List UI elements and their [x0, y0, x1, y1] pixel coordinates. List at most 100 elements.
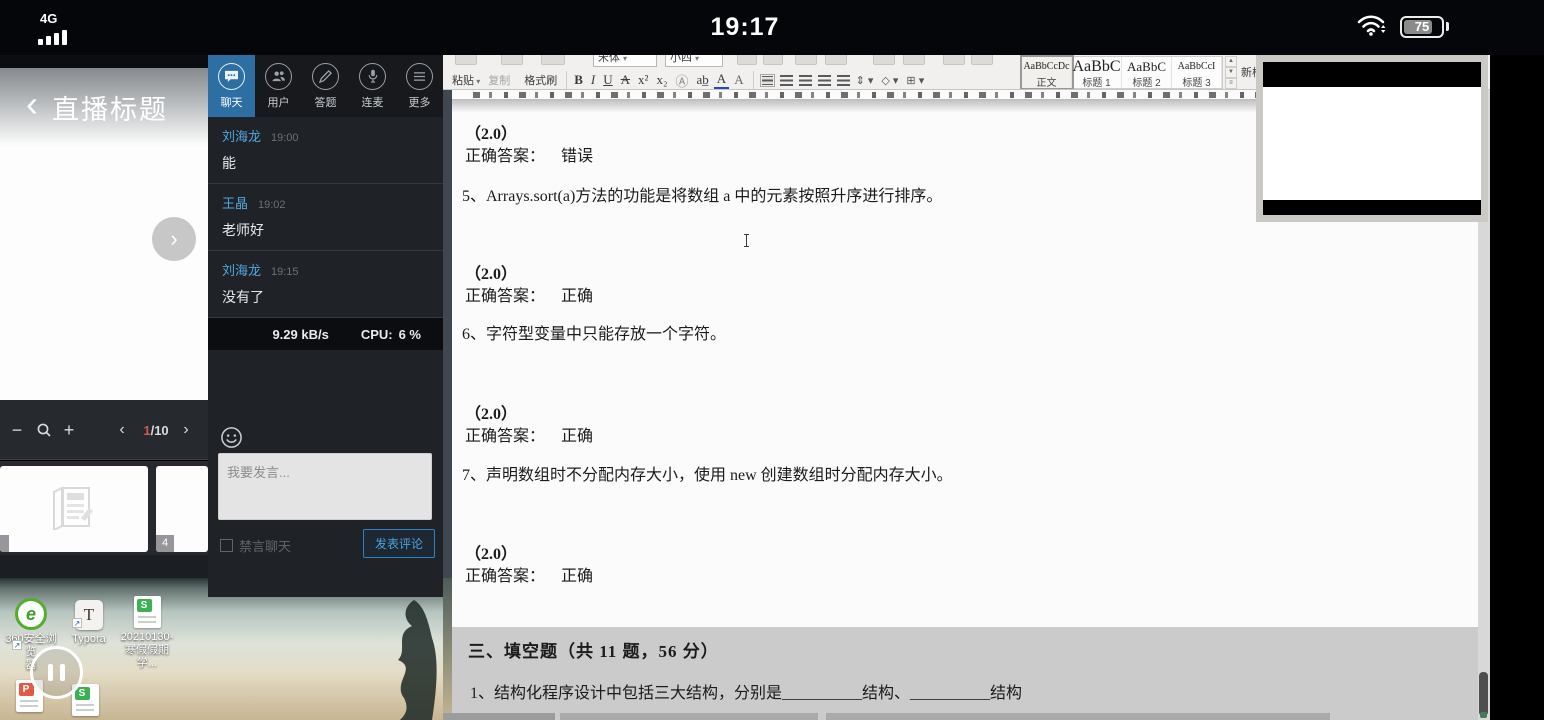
mute-label: 禁言聊天: [239, 536, 291, 555]
mute-checkbox[interactable]: [220, 539, 233, 552]
zoom-out-button[interactable]: −: [6, 400, 28, 460]
align-left-icon[interactable]: [761, 75, 774, 86]
character-shading-icon[interactable]: A: [731, 72, 746, 88]
slide-thumbnail[interactable]: 4: [156, 466, 208, 552]
question-text: 7、声明数组时不分配内存大小，使用 new 创建数组时分配内存大小。: [462, 461, 953, 485]
tab-chat[interactable]: 聊天: [208, 55, 255, 117]
slide-thumbnail[interactable]: [0, 466, 148, 552]
style-heading-2[interactable]: AaBbC 标题 2: [1122, 57, 1172, 88]
mute-chat-option[interactable]: 禁言聊天: [220, 536, 291, 555]
window-edge: [443, 90, 452, 578]
tab-users[interactable]: 用户: [255, 55, 302, 117]
clipboard-icon[interactable]: [501, 55, 523, 65]
question-score: （2.0）: [465, 540, 517, 564]
prev-page-button[interactable]: ‹: [112, 400, 132, 460]
format-painter-button[interactable]: 格式刷: [521, 71, 560, 89]
clear-format-icon[interactable]: [795, 55, 817, 65]
next-page-button[interactable]: ›: [176, 400, 196, 460]
answer-value: 正确: [561, 428, 593, 445]
strikethrough-button[interactable]: A: [618, 72, 633, 88]
text-cursor: [746, 234, 747, 247]
gallery-scroll-buttons[interactable]: ▲▼≡: [1225, 56, 1237, 89]
right-letterbox: [1490, 0, 1544, 720]
message-time: 19:15: [271, 266, 299, 278]
chat-input[interactable]: [218, 453, 432, 520]
chat-panel: 聊天 用户 答题 连麦: [208, 55, 443, 597]
thumbnail-page-badge: 4: [156, 535, 174, 552]
copy-button[interactable]: 复制: [485, 71, 513, 89]
emoji-icon[interactable]: [220, 426, 243, 454]
wps-sheet-icon: S: [134, 596, 161, 628]
font-name-dropdown[interactable]: 宋体▾: [593, 55, 657, 67]
message-time: 19:02: [258, 199, 286, 211]
shortcut-arrow-icon: ↗: [72, 618, 82, 628]
style-heading-1[interactable]: AaBbC 标题 1: [1072, 57, 1122, 88]
expand-panel-button[interactable]: ›: [152, 217, 196, 261]
font-color-icon[interactable]: A: [714, 71, 729, 90]
answer-line: 正确答案：正确: [465, 562, 593, 586]
answer-line: 正确答案：正确: [465, 422, 593, 446]
subscript-button[interactable]: x₂: [653, 72, 670, 88]
borders-icon[interactable]: ⊞ ▾: [903, 73, 927, 88]
users-icon: [265, 63, 292, 90]
answer-line: 正确答案：错误: [465, 142, 593, 166]
indent-increase-icon[interactable]: [971, 55, 993, 65]
taskbar-fragment: [826, 713, 1330, 720]
battery-percent: 75: [1402, 19, 1442, 34]
indent-decrease-icon[interactable]: [943, 55, 965, 65]
change-case-icon[interactable]: [825, 55, 847, 65]
blank-line: __________: [782, 685, 862, 702]
align-center-icon[interactable]: [780, 75, 793, 86]
message-text: 没有了: [222, 287, 429, 307]
question-text: 6、字符型变量中只能存放一个字符。: [462, 320, 726, 344]
pencil-icon: [312, 63, 339, 90]
format-icon[interactable]: [541, 55, 565, 65]
paste-button[interactable]: 粘贴 ▾: [449, 71, 483, 89]
style-heading-3[interactable]: AaBbCcI 标题 3: [1172, 57, 1222, 88]
chat-message: 刘海龙 19:15 没有了: [208, 251, 443, 318]
styles-gallery: AaBbCcDc 正文 AaBbC 标题 1 AaBbC 标题 2 AaBbCc…: [1021, 56, 1223, 89]
panel-divider: [0, 555, 208, 578]
shrink-font-icon[interactable]: [763, 55, 783, 65]
camera-preview-window[interactable]: [1256, 55, 1488, 222]
cpu-usage: CPU:6 %: [355, 327, 421, 342]
chat-message: 刘海龙19:00 能: [208, 117, 443, 184]
scrollbar-marker: [1480, 712, 1487, 718]
font-size-dropdown[interactable]: 小四▾: [665, 55, 723, 67]
tab-mic[interactable]: 连麦: [349, 55, 396, 117]
pause-button[interactable]: [30, 646, 83, 699]
character-border-icon[interactable]: Ⓐ: [673, 71, 692, 90]
search-icon[interactable]: [32, 400, 56, 460]
superscript-button[interactable]: x²: [635, 72, 651, 88]
align-distribute-icon[interactable]: [837, 75, 850, 86]
italic-button[interactable]: I: [588, 72, 598, 88]
question-score: （2.0）: [465, 400, 517, 424]
line-spacing-icon[interactable]: ⇕ ▾: [853, 73, 877, 88]
tab-answer[interactable]: 答题: [302, 55, 349, 117]
question-text: 5、Arrays.sort(a)方法的功能是将数组 a 中的元素按照升序进行排序…: [462, 182, 942, 206]
message-username: 刘海龙: [222, 263, 261, 278]
bullets-icon[interactable]: [873, 55, 895, 65]
highlight-color-icon[interactable]: ab̲: [694, 72, 712, 88]
answer-line: 正确答案：正确: [465, 282, 593, 306]
tab-more[interactable]: 更多: [396, 55, 443, 117]
desktop-icon-typora[interactable]: T ↗ Typora: [60, 600, 118, 646]
bold-button[interactable]: B: [571, 72, 586, 88]
stats-bar: 9.29 kB/s CPU:6 %: [208, 318, 443, 350]
message-text: 老师好: [222, 220, 429, 240]
align-justify-icon[interactable]: [818, 75, 831, 86]
send-comment-button[interactable]: 发表评论: [363, 529, 435, 558]
answer-value: 错误: [561, 148, 593, 165]
align-right-icon[interactable]: [799, 75, 812, 86]
underline-button[interactable]: U: [600, 72, 615, 88]
chat-tabs: 聊天 用户 答题 连麦: [208, 55, 443, 117]
cut-icon[interactable]: [455, 55, 477, 65]
grow-font-icon[interactable]: [737, 55, 757, 65]
scrollbar-thumb[interactable]: [1479, 672, 1488, 716]
numbering-icon[interactable]: [903, 55, 925, 65]
desktop-icon-wps-sheet[interactable]: S 20210130-寒假假期学...: [118, 596, 176, 670]
shading-icon[interactable]: ◇ ▾: [878, 73, 901, 88]
style-normal[interactable]: AaBbCcDc 正文: [1022, 57, 1072, 88]
zoom-in-button[interactable]: +: [58, 400, 80, 460]
back-icon[interactable]: ‹: [26, 89, 38, 119]
